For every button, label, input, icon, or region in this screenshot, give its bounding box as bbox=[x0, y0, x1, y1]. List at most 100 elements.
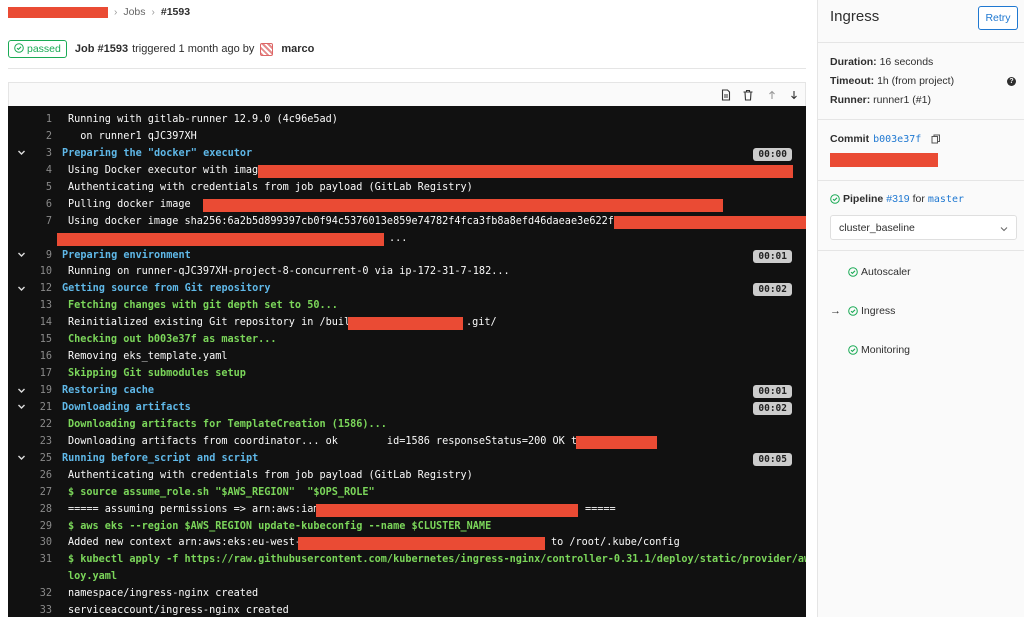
log-section-header[interactable]: 12 Getting source from Git repository 00:0… bbox=[8, 281, 806, 298]
job-id: Job #1593 bbox=[74, 43, 129, 55]
redacted-value bbox=[258, 164, 793, 178]
log-text: Downloading artifacts from coordinator..… bbox=[68, 435, 614, 447]
log-text: Removing eks_template.yaml bbox=[68, 351, 228, 363]
line-number[interactable]: 6 bbox=[30, 197, 52, 214]
line-number[interactable]: 28 bbox=[30, 502, 52, 519]
log-text: ===== assuming permissions => arn:aws:ia… bbox=[68, 503, 332, 515]
line-number[interactable]: 17 bbox=[30, 366, 52, 383]
log-text: on runner1 qJC397XH bbox=[68, 130, 197, 142]
log-text-suffix: ===== bbox=[585, 503, 616, 515]
log-line: 22 Downloading artifacts for TemplateCrea… bbox=[8, 417, 806, 434]
line-number[interactable]: 15 bbox=[30, 332, 52, 349]
chevron-down-icon[interactable] bbox=[17, 383, 27, 400]
breadcrumb-current[interactable]: #1593 bbox=[161, 6, 190, 18]
log-line: 23 Downloading artifacts from coordinator… bbox=[8, 434, 806, 451]
line-number[interactable]: 21 bbox=[30, 400, 52, 417]
line-number[interactable]: 26 bbox=[30, 468, 52, 485]
log-line: 16 Removing eks_template.yaml bbox=[8, 349, 806, 366]
line-number[interactable]: 4 bbox=[30, 163, 52, 180]
breadcrumb-jobs-link[interactable]: Jobs bbox=[123, 6, 145, 18]
retry-button[interactable]: Retry bbox=[978, 6, 1018, 30]
branch-link[interactable]: master bbox=[928, 194, 964, 205]
chevron-down-icon[interactable] bbox=[17, 451, 27, 468]
scroll-bottom-icon[interactable] bbox=[787, 88, 801, 102]
line-number[interactable]: 12 bbox=[30, 281, 52, 298]
trash-icon[interactable] bbox=[741, 88, 755, 102]
log-line: loy.yaml bbox=[8, 569, 806, 586]
line-number[interactable]: 29 bbox=[30, 519, 52, 536]
copy-icon[interactable] bbox=[931, 134, 941, 144]
stage-select[interactable]: cluster_baseline bbox=[830, 215, 1017, 240]
log-text: Using docker image sha256:6a2b5d899397cb… bbox=[68, 215, 645, 227]
chevron-down-icon[interactable] bbox=[17, 281, 27, 298]
divider bbox=[818, 180, 1024, 181]
redacted-value bbox=[348, 317, 463, 331]
section-duration-badge: 00:02 bbox=[753, 401, 792, 415]
line-number[interactable]: 1 bbox=[30, 112, 52, 129]
line-number[interactable]: 22 bbox=[30, 417, 52, 434]
log-text: Authenticating with credentials from job… bbox=[68, 469, 473, 481]
line-number[interactable]: 23 bbox=[30, 434, 52, 451]
log-section-header[interactable]: 3 Preparing the "docker" executor 00:00 bbox=[8, 146, 806, 163]
log-section-header[interactable]: 21 Downloading artifacts 00:02 bbox=[8, 400, 806, 417]
line-number[interactable]: 2 bbox=[30, 129, 52, 146]
raw-log-icon[interactable] bbox=[719, 88, 733, 102]
log-line: 26 Authenticating with credentials from j… bbox=[8, 468, 806, 485]
line-number[interactable]: 19 bbox=[30, 383, 52, 400]
redacted-value bbox=[316, 503, 578, 517]
user-link[interactable]: marco bbox=[281, 43, 314, 55]
log-line: 28 ===== assuming permissions => arn:aws:… bbox=[8, 502, 806, 519]
job-sidebar: Ingress Retry Duration: 16 seconds Timeo… bbox=[817, 0, 1024, 617]
line-number[interactable]: 27 bbox=[30, 485, 52, 502]
chevron-down-icon[interactable] bbox=[17, 400, 27, 417]
timeout-value: 1h (from project) bbox=[877, 75, 955, 87]
log-section-header[interactable]: 19 Restoring cache 00:01 bbox=[8, 383, 806, 400]
pipeline-for: for bbox=[912, 193, 925, 205]
log-line: 27 $ source assume_role.sh "$AWS_REGION" … bbox=[8, 485, 806, 502]
chevron-down-icon[interactable] bbox=[17, 146, 27, 163]
line-number[interactable]: 30 bbox=[30, 535, 52, 552]
line-number[interactable]: 3 bbox=[30, 146, 52, 163]
line-number[interactable]: 16 bbox=[30, 349, 52, 366]
check-circle-icon bbox=[848, 345, 858, 355]
pipeline-row: Pipeline #319 for master bbox=[830, 193, 964, 205]
question-icon[interactable]: ? bbox=[1007, 77, 1016, 86]
log-text: Getting source from Git repository bbox=[62, 283, 271, 295]
job-link-autoscaler[interactable]: Autoscaler bbox=[848, 266, 911, 278]
line-number[interactable]: 31 bbox=[30, 552, 52, 569]
log-text: Using Docker executor with image bbox=[68, 164, 265, 176]
job-link-ingress[interactable]: → Ingress bbox=[830, 305, 895, 317]
log-section-header[interactable]: 9 Preparing environment 00:01 bbox=[8, 248, 806, 265]
log-text: Fetching changes with git depth set to 5… bbox=[68, 300, 338, 312]
avatar[interactable] bbox=[260, 42, 274, 56]
chevron-down-icon[interactable] bbox=[17, 248, 27, 265]
pipeline-link[interactable]: #319 bbox=[886, 193, 909, 205]
scroll-top-icon[interactable] bbox=[765, 88, 779, 102]
status-badge[interactable]: passed bbox=[8, 40, 67, 58]
line-number[interactable]: 32 bbox=[30, 586, 52, 603]
status-text: passed bbox=[27, 43, 61, 55]
log-text: Pulling docker image bbox=[68, 198, 191, 210]
line-number[interactable]: 5 bbox=[30, 180, 52, 197]
log-text: Downloading artifacts for TemplateCreati… bbox=[68, 418, 387, 430]
line-number[interactable]: 14 bbox=[30, 315, 52, 332]
log-text: Checking out b003e37f as master... bbox=[68, 334, 277, 346]
job-link-monitoring[interactable]: Monitoring bbox=[848, 344, 910, 356]
line-number[interactable]: 9 bbox=[30, 248, 52, 265]
line-number[interactable]: 7 bbox=[30, 214, 52, 231]
redacted-value bbox=[57, 232, 384, 246]
line-number[interactable]: 13 bbox=[30, 298, 52, 315]
arrow-right-icon: → bbox=[830, 305, 841, 317]
check-circle-icon bbox=[848, 267, 858, 277]
redacted-value bbox=[203, 198, 723, 212]
log-text: Downloading artifacts bbox=[62, 401, 191, 413]
log-text: Preparing environment bbox=[62, 249, 191, 261]
log-section-header[interactable]: 25 Running before_script and script 00:05 bbox=[8, 451, 806, 468]
pipeline-label: Pipeline bbox=[843, 193, 884, 205]
log-text: Running with gitlab-runner 12.9.0 (4c96e… bbox=[68, 114, 338, 125]
line-number[interactable]: 25 bbox=[30, 451, 52, 468]
line-number[interactable]: 33 bbox=[30, 603, 52, 617]
runner-row: Runner: runner1 (#1) bbox=[830, 94, 931, 106]
commit-sha-link[interactable]: b003e37f bbox=[873, 134, 921, 145]
line-number[interactable]: 10 bbox=[30, 264, 52, 281]
